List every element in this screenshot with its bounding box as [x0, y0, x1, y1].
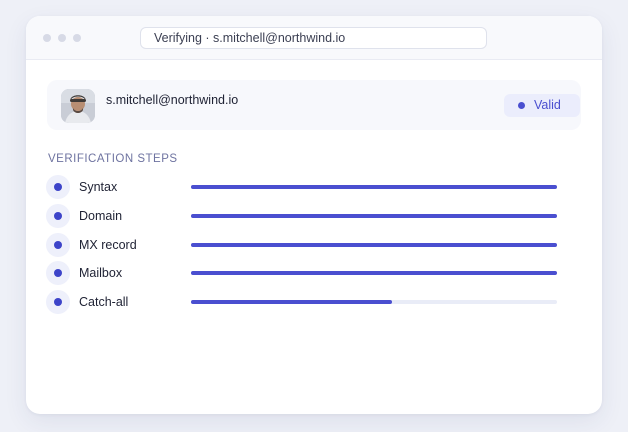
- step-status-icon: [46, 204, 70, 228]
- verification-window: Verifying · s.mitchell@northwind.io s.mi…: [26, 16, 602, 414]
- user-card: s.mitchell@northwind.io Valid: [47, 80, 581, 130]
- status-label: Valid: [534, 98, 561, 112]
- step-progress-fill: [191, 300, 393, 304]
- step-label: Catch-all: [79, 295, 129, 309]
- step-progress-fill: [191, 214, 557, 218]
- window-controls: [43, 34, 81, 42]
- address-bar[interactable]: Verifying · s.mitchell@northwind.io: [140, 27, 487, 49]
- status-dot-icon: [518, 102, 525, 109]
- step-item: Mailbox: [46, 261, 566, 285]
- user-email: s.mitchell@northwind.io: [106, 93, 239, 107]
- step-label: Mailbox: [79, 266, 123, 280]
- step-progress-fill: [191, 271, 557, 275]
- step-label: MX record: [79, 238, 137, 252]
- window-dot-icon[interactable]: [73, 34, 81, 42]
- step-progress-fill: [191, 243, 557, 247]
- step-item: MX record: [46, 233, 566, 257]
- step-status-icon: [46, 290, 70, 314]
- step-progress-fill: [191, 185, 557, 189]
- step-progress-track: [191, 300, 557, 304]
- step-label: Domain: [79, 209, 123, 223]
- step-item: Domain: [46, 204, 566, 228]
- window-dot-icon[interactable]: [43, 34, 51, 42]
- step-label: Syntax: [79, 180, 118, 194]
- step-status-icon: [46, 233, 70, 257]
- status-badge: Valid: [504, 94, 580, 117]
- browser-titlebar: Verifying · s.mitchell@northwind.io: [26, 16, 602, 60]
- avatar-photo-icon: [61, 89, 95, 123]
- step-status-icon: [46, 261, 70, 285]
- step-progress-track: [191, 243, 557, 247]
- step-status-icon: [46, 175, 70, 199]
- step-item: Syntax: [46, 175, 566, 199]
- step-progress-track: [191, 185, 557, 189]
- step-progress-track: [191, 271, 557, 275]
- window-dot-icon[interactable]: [58, 34, 66, 42]
- step-progress-track: [191, 214, 557, 218]
- section-title: VERIFICATION STEPS: [48, 153, 178, 165]
- avatar: [61, 89, 95, 123]
- step-item: Catch-all: [46, 290, 566, 314]
